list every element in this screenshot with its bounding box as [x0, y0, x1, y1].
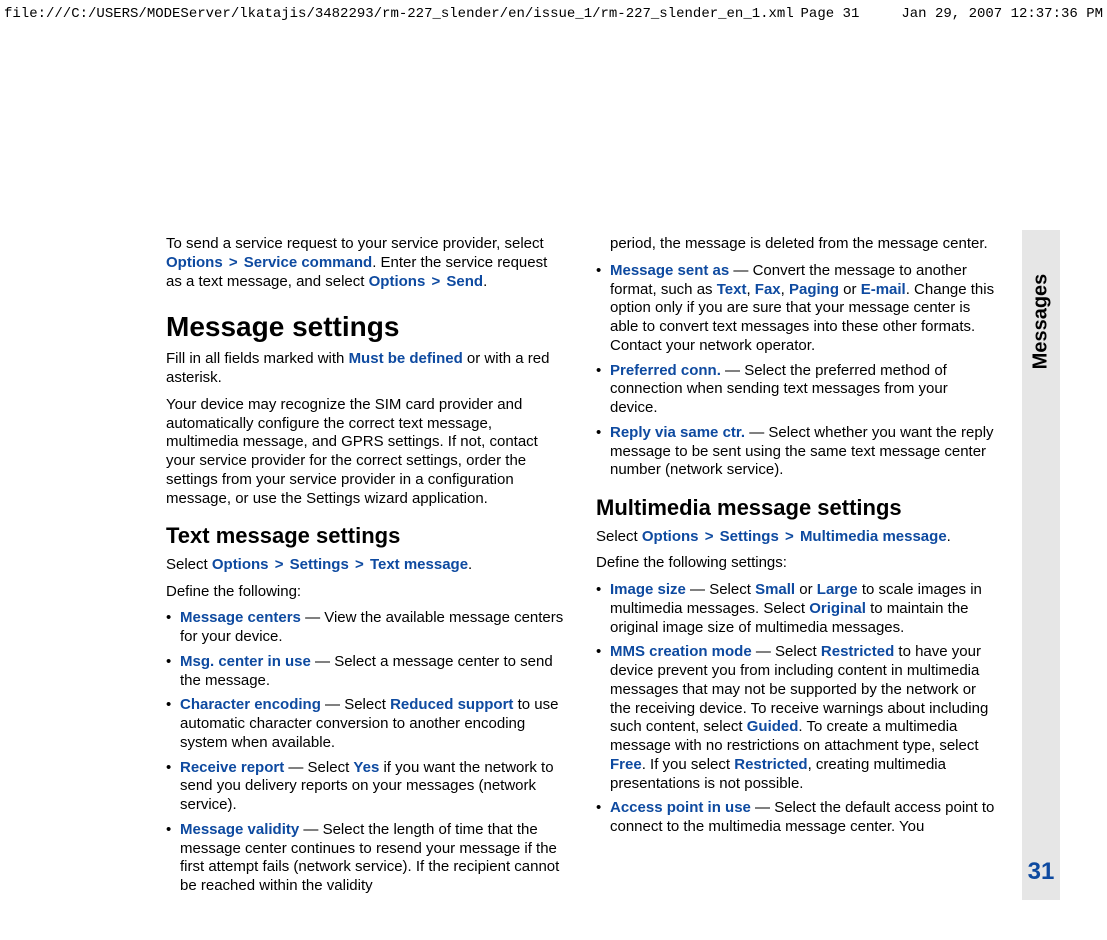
paragraph: Define the following settings:: [596, 554, 996, 573]
paragraph: Select Options > Settings > Multimedia m…: [596, 528, 996, 547]
file-path: file:///C:/USERS/MODEServer/lkatajis/348…: [4, 6, 794, 22]
settings-list: Message centers — View the available mes…: [166, 609, 566, 896]
heading-message-settings: Message settings: [166, 309, 566, 344]
print-header: file:///C:/USERS/MODEServer/lkatajis/348…: [0, 0, 1107, 26]
content: To send a service request to your servic…: [166, 235, 1046, 902]
options-menu: Options: [166, 254, 223, 271]
list-item: Character encoding — Select Reduced supp…: [166, 696, 566, 752]
list-item: Receive report — Select Yes if you want …: [166, 759, 566, 815]
heading-multimedia-settings: Multimedia message settings: [596, 494, 996, 522]
paragraph: Fill in all fields marked with Must be d…: [166, 350, 566, 388]
paragraph: Your device may recognize the SIM card p…: [166, 396, 566, 509]
timestamp: Jan 29, 2007 12:37:36 PM: [901, 6, 1103, 22]
left-column: To send a service request to your servic…: [166, 235, 566, 902]
service-command-item: Service command: [244, 254, 372, 271]
list-item: Reply via same ctr. — Select whether you…: [596, 424, 996, 480]
settings-list: Message sent as — Convert the message to…: [596, 262, 996, 480]
list-item: Message sent as — Convert the message to…: [596, 262, 996, 356]
list-item: Msg. center in use — Select a message ce…: [166, 653, 566, 691]
settings-list: Image size — Select Small or Large to sc…: [596, 581, 996, 837]
right-column: period, the message is deleted from the …: [596, 235, 996, 902]
list-item: Preferred conn. — Select the preferred m…: [596, 362, 996, 418]
list-item: Message centers — View the available mes…: [166, 609, 566, 647]
paragraph: To send a service request to your servic…: [166, 235, 566, 291]
list-item: Message validity — Select the length of …: [166, 821, 566, 896]
paragraph: Select Options > Settings > Text message…: [166, 556, 566, 575]
paragraph-continuation: period, the message is deleted from the …: [610, 235, 996, 254]
send-item: Send: [446, 273, 483, 290]
heading-text-message-settings: Text message settings: [166, 522, 566, 550]
must-be-defined: Must be defined: [349, 350, 463, 367]
options-menu: Options: [369, 273, 426, 290]
list-item: MMS creation mode — Select Restricted to…: [596, 643, 996, 793]
list-item: Access point in use — Select the default…: [596, 799, 996, 837]
list-item: Image size — Select Small or Large to sc…: [596, 581, 996, 637]
page-indicator: Page 31: [801, 6, 860, 22]
paragraph: Define the following:: [166, 583, 566, 602]
